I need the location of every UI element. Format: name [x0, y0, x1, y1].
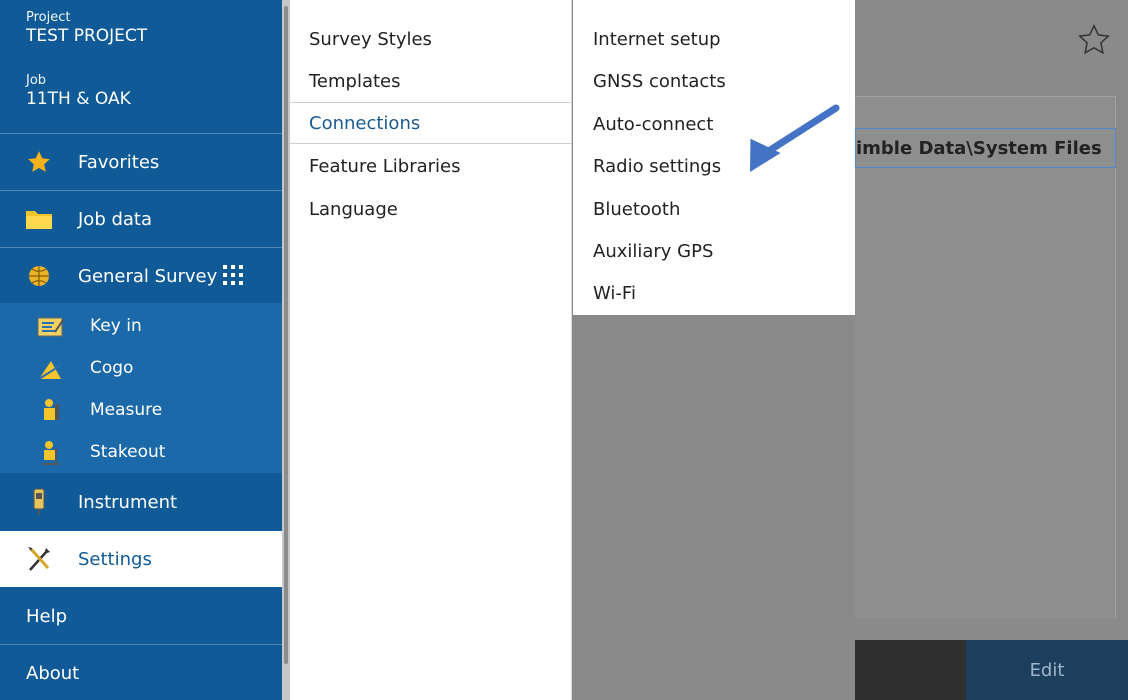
nav-key-in[interactable]: Key in [0, 312, 282, 344]
background-header [855, 0, 1128, 18]
menu-item-feature-libraries[interactable]: Feature Libraries [290, 145, 572, 187]
job-info[interactable]: Job 11TH & OAK [26, 73, 131, 109]
divider [0, 644, 282, 645]
divider [0, 190, 282, 191]
star-icon [24, 147, 54, 177]
settings-menu: Survey Styles Templates Connections Feat… [290, 0, 572, 700]
project-info[interactable]: Project TEST PROJECT [26, 10, 147, 46]
measure-icon [36, 396, 66, 426]
divider [0, 247, 282, 248]
menu-item-radio-settings[interactable]: Radio settings [593, 145, 721, 187]
menu-item-wifi[interactable]: Wi-Fi [593, 272, 636, 314]
settings-tools-icon [24, 544, 54, 574]
menu-item-internet-setup[interactable]: Internet setup [593, 18, 721, 60]
menu-item-auxiliary-gps[interactable]: Auxiliary GPS [593, 230, 713, 272]
menu-item-gnss-contacts[interactable]: GNSS contacts [593, 60, 726, 102]
nav-key-in-label: Key in [90, 316, 142, 336]
sidebar-scrollbar[interactable] [282, 0, 290, 700]
nav-favorites[interactable]: Favorites [0, 140, 282, 184]
background-panel [855, 96, 1116, 618]
menu-item-connections[interactable]: Connections [290, 102, 572, 144]
nav-help[interactable]: Help [0, 594, 282, 638]
main-sidebar: Project TEST PROJECT Job 11TH & OAK Favo… [0, 0, 282, 700]
nav-stakeout-label: Stakeout [90, 442, 166, 462]
app-grid-icon[interactable] [222, 264, 244, 291]
scrollbar-thumb[interactable] [284, 6, 288, 664]
nav-help-label: Help [26, 605, 68, 627]
nav-cogo-label: Cogo [90, 358, 134, 378]
nav-instrument-label: Instrument [78, 491, 178, 513]
nav-measure[interactable]: Measure [0, 396, 282, 428]
annotation-arrow-icon [730, 100, 850, 180]
nav-about[interactable]: About [0, 651, 282, 695]
instrument-icon [24, 487, 54, 517]
menu-item-auto-connect[interactable]: Auto-connect [593, 103, 713, 145]
menu-item-survey-styles[interactable]: Survey Styles [290, 18, 572, 60]
divider [0, 133, 282, 134]
nav-favorites-label: Favorites [78, 151, 160, 173]
system-files-path-field[interactable]: imble Data\System Files [855, 128, 1116, 168]
nav-about-label: About [26, 662, 80, 684]
nav-stakeout[interactable]: Stakeout [0, 438, 282, 470]
nav-job-data[interactable]: Job data [0, 197, 282, 241]
edit-button[interactable]: Edit [966, 640, 1128, 700]
favorite-star-icon[interactable] [1076, 22, 1112, 58]
stakeout-icon [36, 438, 66, 468]
nav-general-survey[interactable]: General Survey [0, 254, 282, 298]
globe-icon [24, 261, 54, 291]
nav-settings[interactable]: Settings [0, 531, 282, 587]
nav-measure-label: Measure [90, 400, 163, 420]
job-label: Job [26, 73, 47, 88]
nav-instrument[interactable]: Instrument [0, 480, 282, 524]
menu-item-bluetooth[interactable]: Bluetooth [593, 188, 680, 230]
project-name: TEST PROJECT [26, 26, 148, 46]
menu-item-language[interactable]: Language [290, 188, 572, 230]
menu-item-templates[interactable]: Templates [290, 60, 572, 102]
job-name: 11TH & OAK [26, 89, 131, 109]
folder-icon [24, 204, 54, 234]
project-label: Project [26, 10, 71, 25]
cogo-icon [36, 354, 66, 384]
nav-settings-label: Settings [78, 548, 152, 570]
nav-general-survey-label: General Survey [78, 265, 218, 287]
nav-cogo[interactable]: Cogo [0, 354, 282, 386]
keyin-icon [36, 312, 66, 342]
nav-job-data-label: Job data [78, 208, 153, 230]
